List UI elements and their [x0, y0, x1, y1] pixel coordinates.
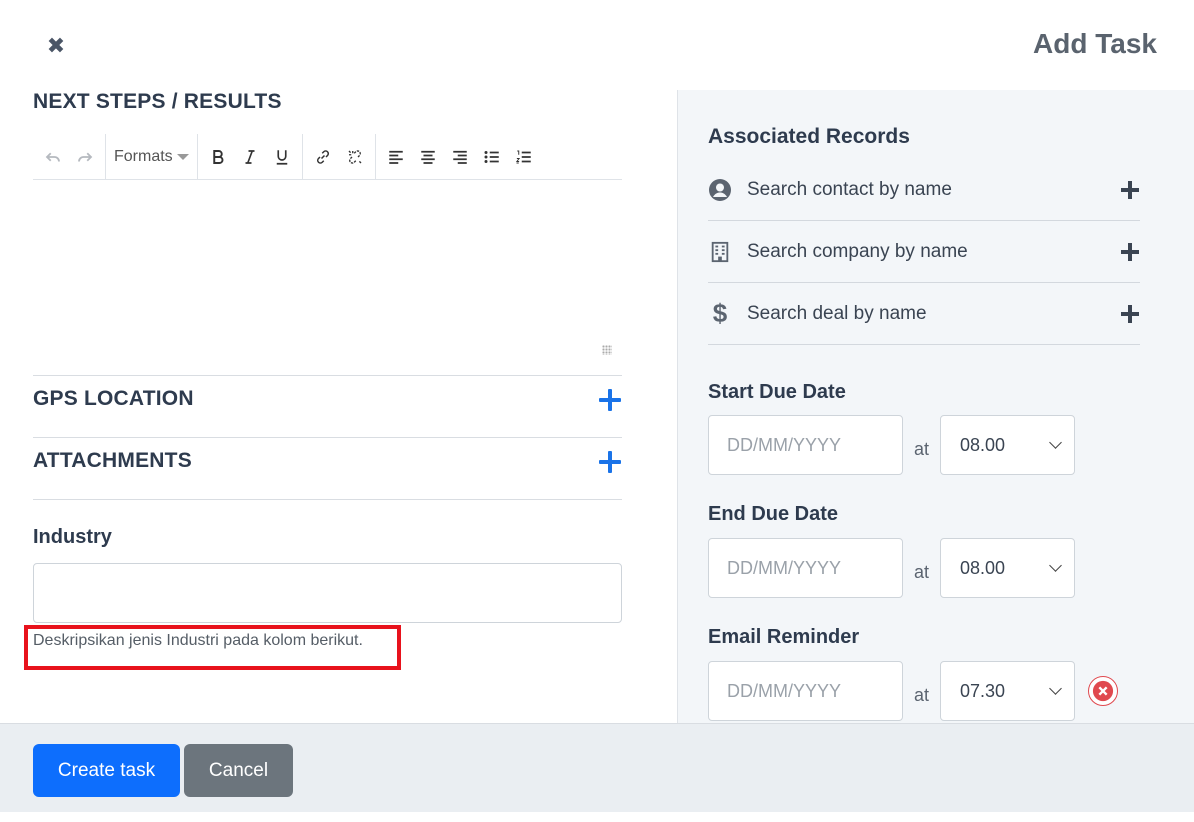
numbered-list-icon[interactable] — [508, 142, 540, 172]
cancel-button[interactable]: Cancel — [184, 744, 293, 797]
align-center-icon[interactable] — [412, 142, 444, 172]
industry-label: Industry — [33, 526, 112, 548]
editor-toolbar: Formats — [33, 133, 622, 180]
company-search-row[interactable]: Search company by name — [708, 221, 1140, 283]
align-right-icon[interactable] — [444, 142, 476, 172]
gps-location-row: GPS LOCATION — [33, 376, 622, 416]
italic-icon[interactable] — [234, 142, 266, 172]
company-search-input[interactable]: Search company by name — [747, 241, 1120, 263]
contact-search-input[interactable]: Search contact by name — [747, 179, 1120, 201]
deal-search-row[interactable]: $ Search deal by name — [708, 283, 1140, 345]
add-contact-plus-icon[interactable] — [1120, 180, 1140, 200]
chevron-down-icon — [1049, 559, 1062, 572]
redo-icon[interactable] — [69, 142, 101, 172]
divider — [33, 499, 622, 500]
add-attachment-plus-icon[interactable] — [598, 450, 622, 474]
link-group — [303, 133, 376, 180]
attachments-row: ATTACHMENTS — [33, 438, 622, 478]
industry-help-text: Deskripsikan jenis Industri pada kolom b… — [33, 632, 363, 649]
bold-icon[interactable] — [202, 142, 234, 172]
style-group — [198, 133, 303, 180]
end-due-date-input[interactable]: DD/MM/YYYY — [708, 538, 903, 598]
chevron-down-icon — [1049, 682, 1062, 695]
dollar-icon: $ — [712, 298, 728, 328]
building-icon — [708, 240, 732, 264]
history-group — [33, 133, 106, 180]
email-reminder-time-select[interactable]: 07.30 — [940, 661, 1075, 721]
close-icon[interactable]: ✖ — [44, 32, 68, 60]
modal-title: Add Task — [1033, 28, 1157, 59]
at-label: at — [914, 685, 930, 705]
add-gps-plus-icon[interactable] — [598, 388, 622, 412]
link-icon[interactable] — [307, 142, 339, 172]
formats-group: Formats — [106, 133, 198, 180]
caret-down-icon — [176, 153, 189, 160]
add-company-plus-icon[interactable] — [1120, 242, 1140, 262]
contact-search-row[interactable]: Search contact by name — [708, 159, 1140, 221]
formats-label: Formats — [114, 147, 173, 165]
align-group — [376, 134, 544, 180]
start-due-date-label: Start Due Date — [708, 381, 846, 403]
modal-footer: Create task Cancel — [0, 723, 1194, 812]
bottom-strip — [0, 812, 1194, 822]
create-task-button[interactable]: Create task — [33, 744, 180, 797]
add-deal-plus-icon[interactable] — [1120, 304, 1140, 324]
next-steps-title: NEXT STEPS / RESULTS — [33, 90, 282, 113]
end-due-time-value: 08.00 — [960, 557, 1006, 578]
email-reminder-time-value: 07.30 — [960, 680, 1006, 701]
associated-records-title: Associated Records — [708, 125, 910, 148]
underline-icon[interactable] — [266, 142, 298, 172]
gps-location-title: GPS LOCATION — [33, 387, 194, 410]
chevron-down-icon — [1049, 436, 1062, 449]
attachments-title: ATTACHMENTS — [33, 449, 192, 472]
next-steps-section: NEXT STEPS / RESULTS — [33, 90, 622, 114]
formats-dropdown[interactable]: Formats — [110, 148, 193, 166]
email-reminder-date-input[interactable]: DD/MM/YYYY — [708, 661, 903, 721]
at-label: at — [914, 562, 930, 582]
rich-text-editor[interactable] — [33, 181, 622, 359]
align-left-icon[interactable] — [380, 142, 412, 172]
unlink-icon[interactable] — [339, 142, 371, 172]
start-due-time-select[interactable]: 08.00 — [940, 415, 1075, 475]
industry-input[interactable] — [33, 563, 622, 623]
email-reminder-label: Email Reminder — [708, 626, 860, 648]
resize-handle-icon[interactable] — [602, 345, 612, 355]
user-circle-icon — [708, 178, 732, 202]
start-due-date-input[interactable]: DD/MM/YYYY — [708, 415, 903, 475]
at-label: at — [914, 439, 930, 459]
bullet-list-icon[interactable] — [476, 142, 508, 172]
undo-icon[interactable] — [37, 142, 69, 172]
end-due-date-label: End Due Date — [708, 503, 839, 525]
start-due-time-value: 08.00 — [960, 434, 1006, 455]
end-due-time-select[interactable]: 08.00 — [940, 538, 1075, 598]
right-panel: Associated Records Search contact by nam… — [677, 90, 1194, 723]
deal-search-input[interactable]: Search deal by name — [747, 303, 1120, 325]
remove-reminder-icon[interactable] — [1088, 676, 1118, 706]
